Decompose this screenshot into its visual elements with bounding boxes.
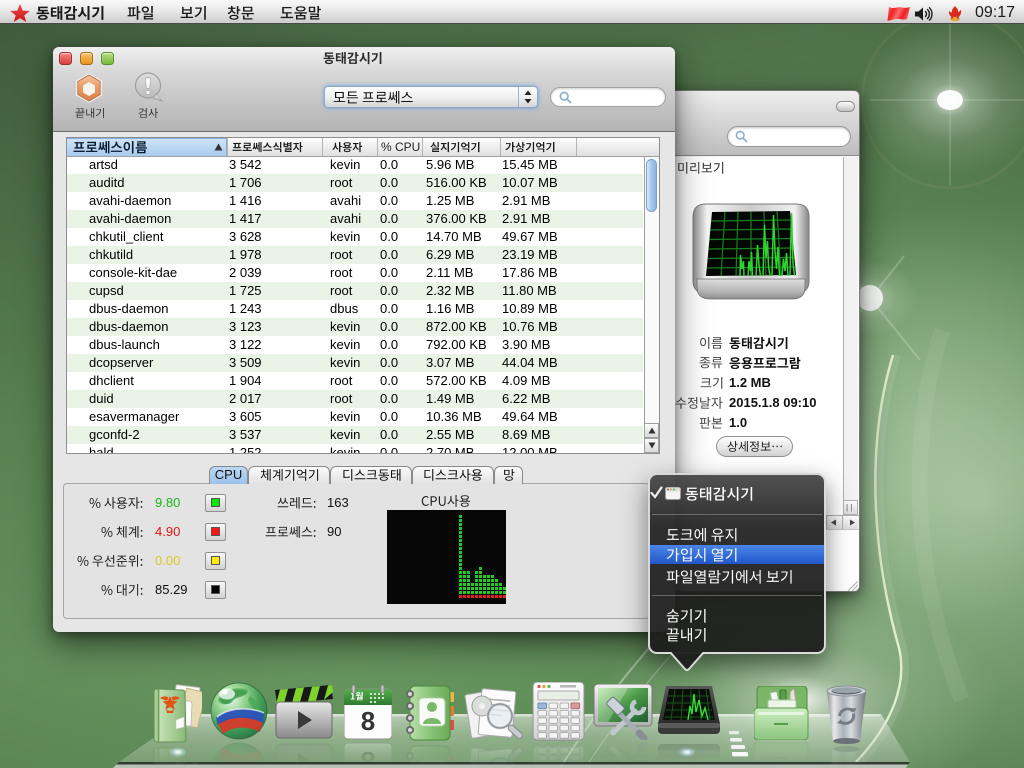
svg-text:8: 8 — [361, 706, 375, 736]
